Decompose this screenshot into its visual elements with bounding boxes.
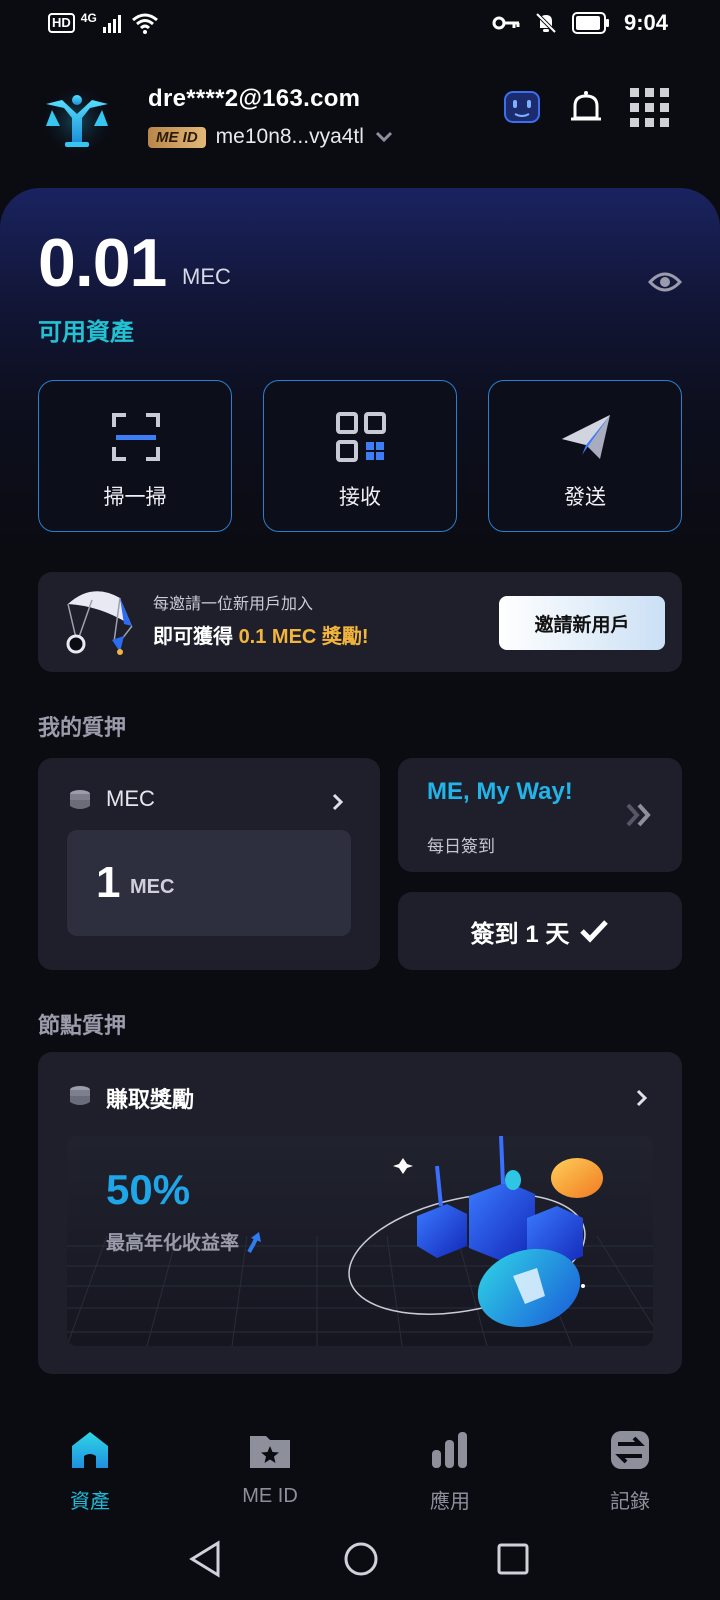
invite-line2-prefix: 即可獲得	[153, 626, 239, 648]
nav-apps-label: 應用	[430, 1491, 470, 1513]
scan-button[interactable]: 掃一掃	[38, 380, 232, 532]
parachute-icon	[66, 591, 133, 655]
checkin-subtitle: 每日簽到	[427, 837, 495, 856]
receive-button[interactable]: 接收	[263, 380, 457, 532]
me-id-row[interactable]: ME ID me10n8...vya4tl	[148, 125, 394, 149]
scan-label: 掃一掃	[103, 486, 167, 509]
stake-amount-unit: MEC	[130, 876, 175, 898]
nav-me-id[interactable]: ME ID	[210, 1428, 330, 1508]
checkin-button-label: 簽到 1 天	[470, 920, 570, 948]
chevron-right-icon[interactable]	[634, 1088, 650, 1108]
nav-records-label: 記錄	[610, 1491, 650, 1513]
wallet-address: me10n8...vya4tl	[215, 125, 364, 148]
stake-token: MEC	[106, 786, 155, 811]
battery-icon	[571, 12, 609, 34]
back-icon[interactable]	[188, 1540, 222, 1578]
swap-icon	[611, 1431, 649, 1469]
balance-amount: 0.01	[38, 225, 167, 301]
my-stake-title: 我的質押	[38, 715, 127, 740]
home-circle-icon[interactable]	[342, 1540, 380, 1578]
hd-badge: HD	[48, 13, 75, 33]
notification-bell-icon[interactable]	[566, 88, 606, 128]
receive-label: 接收	[339, 486, 381, 509]
chevron-down-icon[interactable]	[374, 130, 394, 144]
double-chevron-right-icon	[626, 803, 651, 827]
apy-label-row: 最高年化收益率	[106, 1228, 265, 1255]
scan-icon	[112, 413, 160, 461]
coin-stack-icon	[70, 790, 90, 809]
chevron-right-icon[interactable]	[330, 792, 346, 812]
status-right: 9:04	[492, 10, 668, 36]
apy-label: 最高年化收益率	[106, 1233, 240, 1254]
assistant-bot-icon[interactable]	[502, 88, 542, 128]
checkin-button[interactable]: 簽到 1 天	[398, 892, 682, 970]
eye-icon[interactable]	[648, 268, 682, 296]
nav-assets[interactable]: 資產	[30, 1428, 150, 1514]
checkmark-icon	[580, 920, 609, 943]
apy-percent: 50%	[106, 1166, 191, 1213]
qr-receive-icon	[336, 412, 386, 462]
checkin-slogan: ME, My Way!	[427, 778, 573, 805]
trend-up-arrow-icon	[247, 1231, 262, 1253]
earn-rewards-title: 賺取獎勵	[106, 1087, 195, 1112]
send-button[interactable]: 發送	[488, 380, 682, 532]
status-left: HD 4G	[48, 11, 159, 34]
coin-stack-icon	[70, 1086, 90, 1105]
send-label: 發送	[564, 486, 606, 509]
nav-me-id-label: ME ID	[242, 1485, 298, 1507]
balance-unit: MEC	[182, 264, 231, 289]
nav-assets-label: 資產	[70, 1491, 110, 1513]
me-id-badge: ME ID	[148, 126, 206, 148]
key-icon	[492, 16, 520, 30]
wifi-icon	[131, 13, 158, 34]
clock: 9:04	[623, 10, 668, 35]
invite-new-user-button[interactable]: 邀請新用戶	[499, 596, 665, 650]
available-assets-label: 可用資產	[38, 319, 134, 346]
scales-logo-icon	[39, 83, 115, 159]
account-email: dre****2@163.com	[148, 85, 361, 112]
recent-apps-icon[interactable]	[496, 1542, 530, 1576]
bar-chart-icon	[432, 1432, 467, 1468]
invite-line1: 每邀請一位新用戶加入	[153, 596, 314, 613]
node-stake-title: 節點質押	[38, 1013, 127, 1038]
network-label: 4G	[80, 11, 97, 25]
nav-records[interactable]: 記錄	[570, 1428, 690, 1514]
bell-off-icon	[535, 12, 557, 34]
nav-apps[interactable]: 應用	[390, 1428, 510, 1514]
qr-grid-icon[interactable]	[630, 88, 670, 128]
home-icon	[72, 1432, 108, 1468]
folder-star-icon	[250, 1436, 290, 1468]
invite-reward: 0.1 MEC 獎勵!	[238, 626, 369, 648]
stake-amount: 1	[96, 858, 121, 907]
signal-icon	[102, 15, 121, 33]
status-bar: HD 4G 9:04	[0, 0, 720, 48]
app-logo	[38, 82, 116, 160]
invite-line2: 即可獲得 0.1 MEC 獎勵!	[153, 620, 369, 649]
send-plane-icon	[562, 415, 610, 459]
